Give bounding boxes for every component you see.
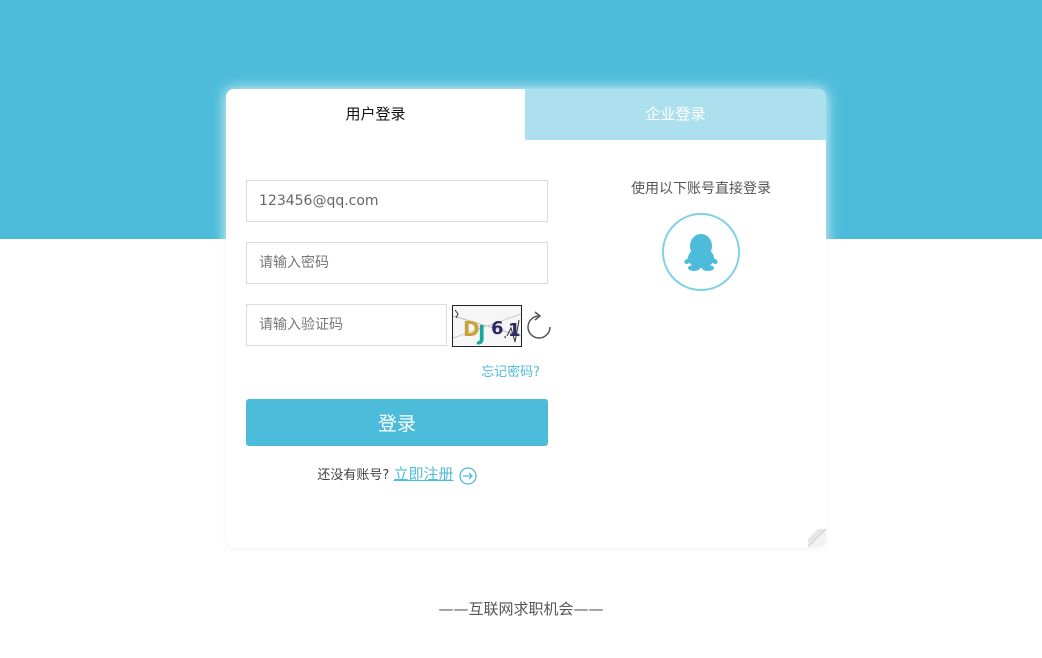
qq-penguin-icon (662, 213, 740, 291)
footer-slogan: ——互联网求职机会—— (438, 600, 604, 618)
login-button[interactable]: 登录 (246, 399, 548, 446)
email-field[interactable] (246, 180, 548, 222)
register-link[interactable]: 立即注册 (393, 465, 453, 483)
captcha-image[interactable]: D J 6 . 1 (452, 305, 522, 347)
captcha-graphic: D J 6 . 1 (453, 309, 521, 345)
register-prompt: 还没有账号? 立即注册 (246, 463, 548, 485)
tab-company-login[interactable]: 企业登录 (525, 89, 826, 140)
captcha-input[interactable] (246, 304, 447, 346)
captcha-char: J (476, 321, 485, 345)
qq-login-button[interactable] (662, 213, 740, 291)
tab-user-login[interactable]: 用户登录 (226, 89, 525, 140)
password-field[interactable] (246, 242, 548, 284)
no-account-text: 还没有账号? (317, 468, 390, 483)
page-corner-fold (808, 529, 826, 547)
captcha-char: 6 (491, 318, 504, 339)
login-tabs: 用户登录 企业登录 (226, 89, 826, 140)
social-login-title: 使用以下账号直接登录 (631, 181, 771, 197)
captcha-char: 1 (508, 320, 521, 341)
refresh-captcha-icon[interactable] (525, 311, 553, 343)
captcha-char: . (503, 326, 507, 342)
arrow-right-circle-icon[interactable] (458, 466, 477, 485)
forgot-password-link[interactable]: 忘记密码? (456, 361, 540, 380)
login-card: 用户登录 企业登录 D J 6 . 1 忘记密码? 登录 还没有账号? 立即注册 (226, 89, 826, 547)
